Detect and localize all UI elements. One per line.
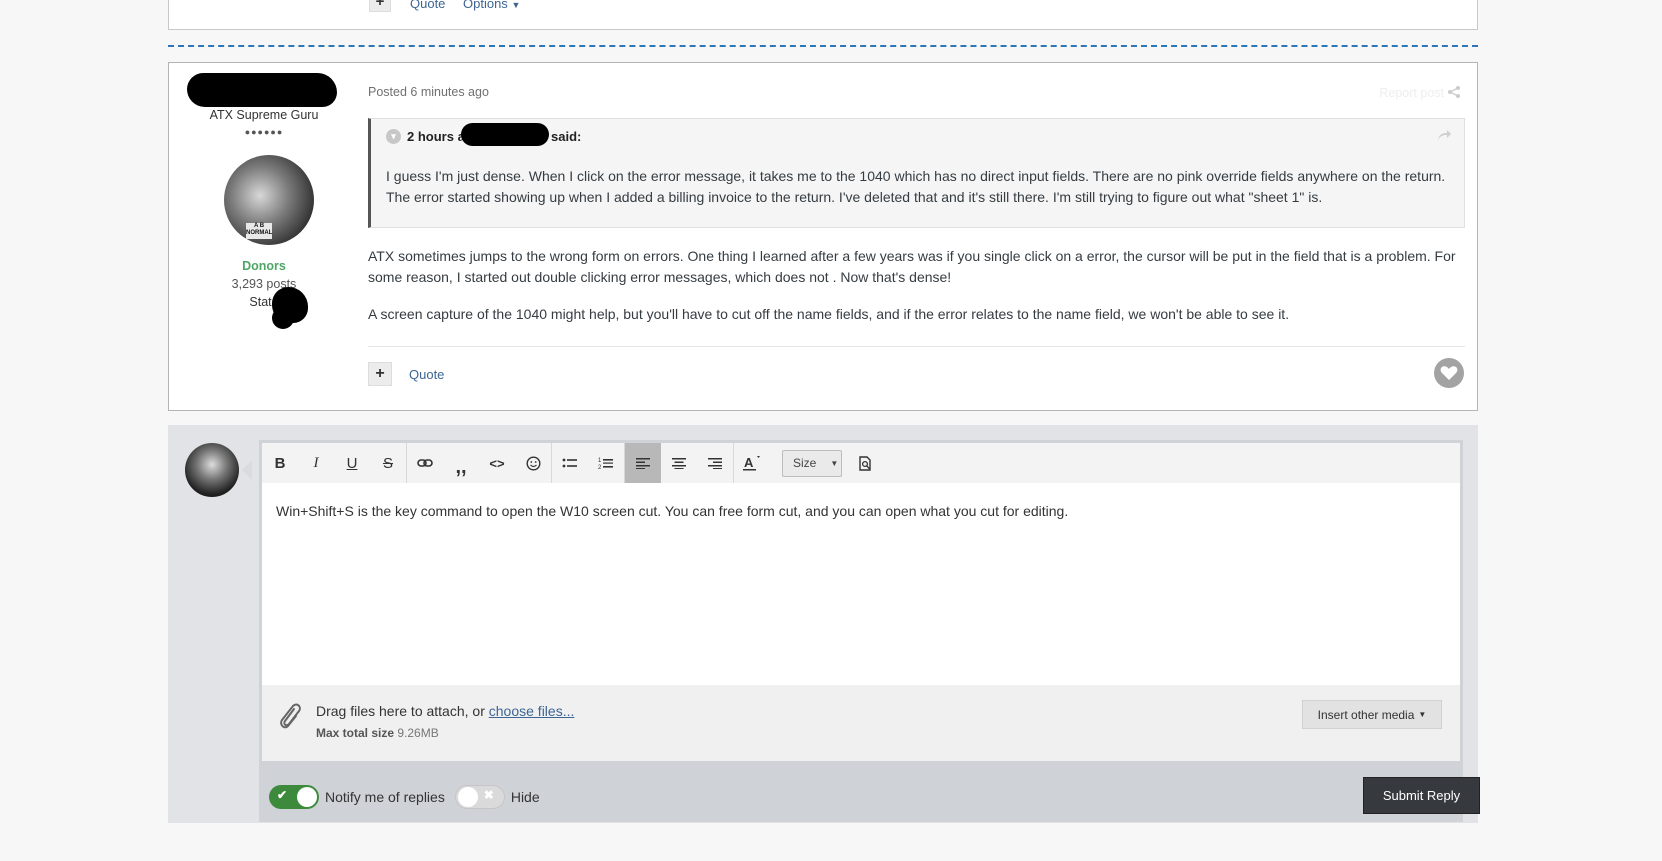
- reply-options: ✔ Notify me of replies ✖ Hide: [269, 785, 550, 809]
- align-left-button[interactable]: [625, 443, 661, 483]
- svg-text:2: 2: [598, 465, 602, 470]
- align-left-icon: [636, 458, 650, 469]
- hide-label: Hide: [510, 789, 540, 805]
- quote-icon: ,,: [455, 456, 467, 478]
- avatar-sign: A B NORMAL: [246, 223, 272, 239]
- check-icon: ✔: [277, 788, 288, 802]
- strikethrough-button[interactable]: S: [370, 443, 406, 483]
- collapse-toggle-icon[interactable]: ▾: [386, 129, 401, 144]
- author-rank: ATX Supreme Guru: [209, 108, 319, 122]
- italic-button[interactable]: I: [298, 443, 334, 483]
- underline-button[interactable]: U: [334, 443, 370, 483]
- chevron-down-icon: ▼: [511, 0, 521, 10]
- text-color-icon: A: [743, 455, 760, 471]
- toggle-knob: [297, 787, 317, 807]
- preview-button[interactable]: [848, 443, 884, 483]
- svg-text:1: 1: [598, 458, 602, 464]
- author-state: State: [249, 295, 279, 309]
- svg-text:A: A: [744, 455, 754, 470]
- quote-said: said:: [551, 129, 582, 144]
- bold-button[interactable]: B: [262, 443, 298, 483]
- toggle-knob: [457, 787, 478, 807]
- emoji-icon: [525, 455, 541, 471]
- avatar: [185, 443, 239, 497]
- divider: [368, 346, 1465, 347]
- link-button[interactable]: [407, 443, 443, 483]
- emoji-button[interactable]: [515, 443, 551, 483]
- max-size-text: Max total size 9.26MB: [316, 726, 439, 740]
- like-button[interactable]: [1434, 358, 1464, 388]
- align-center-icon: [672, 458, 686, 469]
- editor-content[interactable]: Win+Shift+S is the key command to open t…: [276, 503, 1068, 519]
- numbered-list-icon: 12: [598, 458, 613, 470]
- drag-label: Drag files here to attach, or: [316, 703, 489, 719]
- drag-drop-text: Drag files here to attach, or choose fil…: [316, 703, 574, 719]
- bullet-list-icon: [562, 458, 577, 468]
- quote-text: I guess I'm just dense. When I click on …: [386, 168, 1446, 205]
- quote-link[interactable]: Quote: [410, 0, 445, 11]
- multiquote-button[interactable]: +: [369, 0, 391, 12]
- speech-arrow: [242, 460, 252, 480]
- preview-icon: [859, 455, 871, 471]
- report-post-link[interactable]: Report post: [1379, 86, 1444, 100]
- code-icon: <>: [489, 455, 505, 471]
- editor-frame: B I U S ,, <> 1 2 A Size ▼ Win+Shift+S i…: [262, 443, 1460, 761]
- share-icon[interactable]: [1447, 85, 1461, 99]
- font-size-label: Size: [793, 456, 817, 470]
- notify-label: Notify me of replies: [325, 789, 445, 805]
- chevron-down-icon: ▼: [830, 458, 839, 468]
- text-color-button[interactable]: A: [734, 443, 770, 483]
- chevron-down-icon: ▼: [1418, 710, 1427, 719]
- options-label: Options: [463, 0, 508, 11]
- editor: B I U S ,, <> 1 2 A Size ▼ Win+Shift+S i…: [259, 440, 1480, 822]
- avatar[interactable]: A B NORMAL: [224, 155, 314, 245]
- hide-toggle[interactable]: ✖: [454, 785, 505, 809]
- reply-box: B I U S ,, <> 1 2 A Size ▼ Win+Shift+S i…: [168, 425, 1480, 823]
- author-post-count: 3,293 posts: [231, 277, 297, 291]
- arrow-icon[interactable]: [1436, 128, 1452, 142]
- x-icon: ✖: [483, 788, 494, 802]
- attachment-area[interactable]: Drag files here to attach, or choose fil…: [262, 685, 1460, 761]
- quote-link[interactable]: Quote: [409, 367, 444, 382]
- post-paragraph: A screen capture of the 1040 might help,…: [368, 306, 1290, 322]
- insert-media-label: Insert other media: [1317, 707, 1415, 722]
- forum-post: ATX Supreme Guru ●●●●●● A B NORMAL Donors…: [168, 62, 1478, 411]
- editor-toolbar: B I U S ,, <> 1 2 A Size ▼: [262, 443, 1460, 483]
- redacted-state: [272, 287, 308, 329]
- max-size-value: 9.26MB: [397, 726, 439, 740]
- paperclip-icon: [280, 703, 301, 729]
- post-paragraph: ATX sometimes jumps to the wrong form on…: [368, 248, 1456, 285]
- options-dropdown[interactable]: Options ▼: [463, 0, 520, 11]
- link-icon: [417, 459, 433, 467]
- bullet-list-button[interactable]: [552, 443, 588, 483]
- author-group: Donors: [242, 259, 286, 273]
- post-body: Posted 6 minutes ago Report post ▾ 2 hou…: [368, 63, 1469, 410]
- author-panel: ATX Supreme Guru ●●●●●● A B NORMAL Donors…: [169, 63, 359, 410]
- previous-post-footer: + Quote Options ▼: [168, 0, 1478, 30]
- quoted-post: ▾ 2 hours ag said: I guess I'm just dens…: [368, 118, 1465, 228]
- post-timestamp: Posted 6 minutes ago: [368, 85, 489, 99]
- redacted-quote-author: [461, 123, 549, 146]
- align-center-button[interactable]: [661, 443, 697, 483]
- font-size-dropdown[interactable]: Size ▼: [782, 449, 842, 477]
- heart-icon: [1440, 366, 1458, 380]
- redacted-username: [187, 73, 337, 107]
- choose-files-link[interactable]: choose files...: [489, 703, 575, 719]
- code-button[interactable]: <>: [479, 443, 515, 483]
- align-right-icon: [708, 458, 722, 469]
- align-right-button[interactable]: [697, 443, 733, 483]
- rank-pips: ●●●●●●: [244, 127, 284, 137]
- quote-button[interactable]: ,,: [443, 443, 479, 483]
- numbered-list-button[interactable]: 12: [588, 443, 624, 483]
- notify-toggle[interactable]: ✔: [269, 785, 319, 809]
- quote-header: ▾ 2 hours ag: [386, 129, 473, 144]
- submit-reply-button[interactable]: Submit Reply: [1363, 777, 1480, 814]
- max-size-label: Max total size: [316, 726, 395, 740]
- new-posts-separator: [168, 45, 1478, 47]
- insert-media-button[interactable]: Insert other media ▼: [1302, 700, 1442, 729]
- multiquote-button[interactable]: +: [368, 362, 392, 386]
